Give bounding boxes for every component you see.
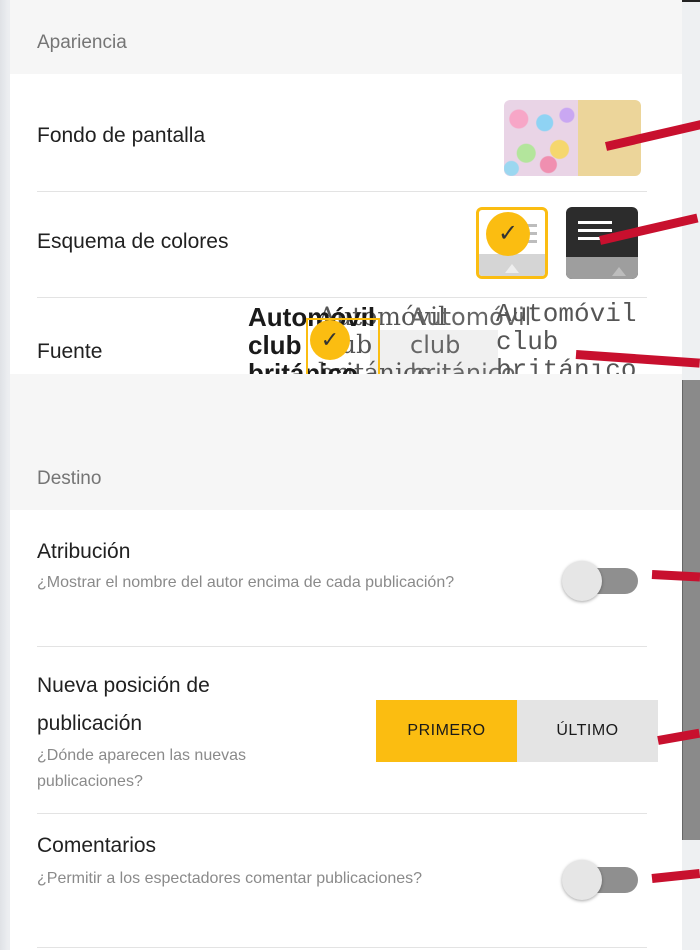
font-preview-line: Automóvil (496, 299, 637, 329)
comments-toggle[interactable] (562, 860, 640, 900)
attribution-toggle[interactable] (562, 561, 640, 601)
comments-label: Comentarios (37, 834, 157, 857)
new-position-label: Nueva posición de publicación (37, 674, 210, 735)
position-last-button[interactable]: ÚLTIMO (517, 700, 658, 762)
section-title-destination: Destino (37, 468, 102, 489)
attribution-label: Atribución (37, 540, 131, 563)
swatch-image-placeholder (479, 254, 545, 276)
wallpaper-image (504, 100, 578, 176)
font-option-mono[interactable]: Automóvil club británico (496, 300, 636, 384)
position-first-button[interactable]: PRIMERO (376, 700, 517, 762)
wallpaper-label: Fondo de pantalla (37, 124, 206, 147)
comments-description: ¿Permitir a los espectadores comentar pu… (37, 870, 423, 887)
new-position-description: ¿Dónde aparecen las nuevas publicaciones… (37, 747, 247, 790)
toggle-knob (562, 561, 602, 601)
font-label: Fuente (37, 340, 103, 363)
selected-check-icon: ✓ (310, 320, 350, 360)
section-header-destination: Destino (10, 374, 682, 510)
color-scheme-label: Esquema de colores (37, 230, 229, 253)
scrollbar-thumb[interactable] (682, 380, 700, 840)
toggle-knob (562, 860, 602, 900)
divider (37, 947, 647, 948)
selected-check-icon: ✓ (486, 212, 530, 256)
new-position-segmented-control: PRIMERO ÚLTIMO (376, 700, 658, 762)
window-edge (682, 0, 700, 8)
section-title-appearance: Apariencia (37, 32, 127, 53)
swatch-image-placeholder (566, 257, 638, 279)
section-header-appearance: Apariencia (10, 0, 682, 74)
settings-panel: Apariencia Fondo de pantalla Esquema de … (10, 0, 682, 950)
attribution-description: ¿Mostrar el nombre del autor encima de c… (37, 574, 455, 591)
